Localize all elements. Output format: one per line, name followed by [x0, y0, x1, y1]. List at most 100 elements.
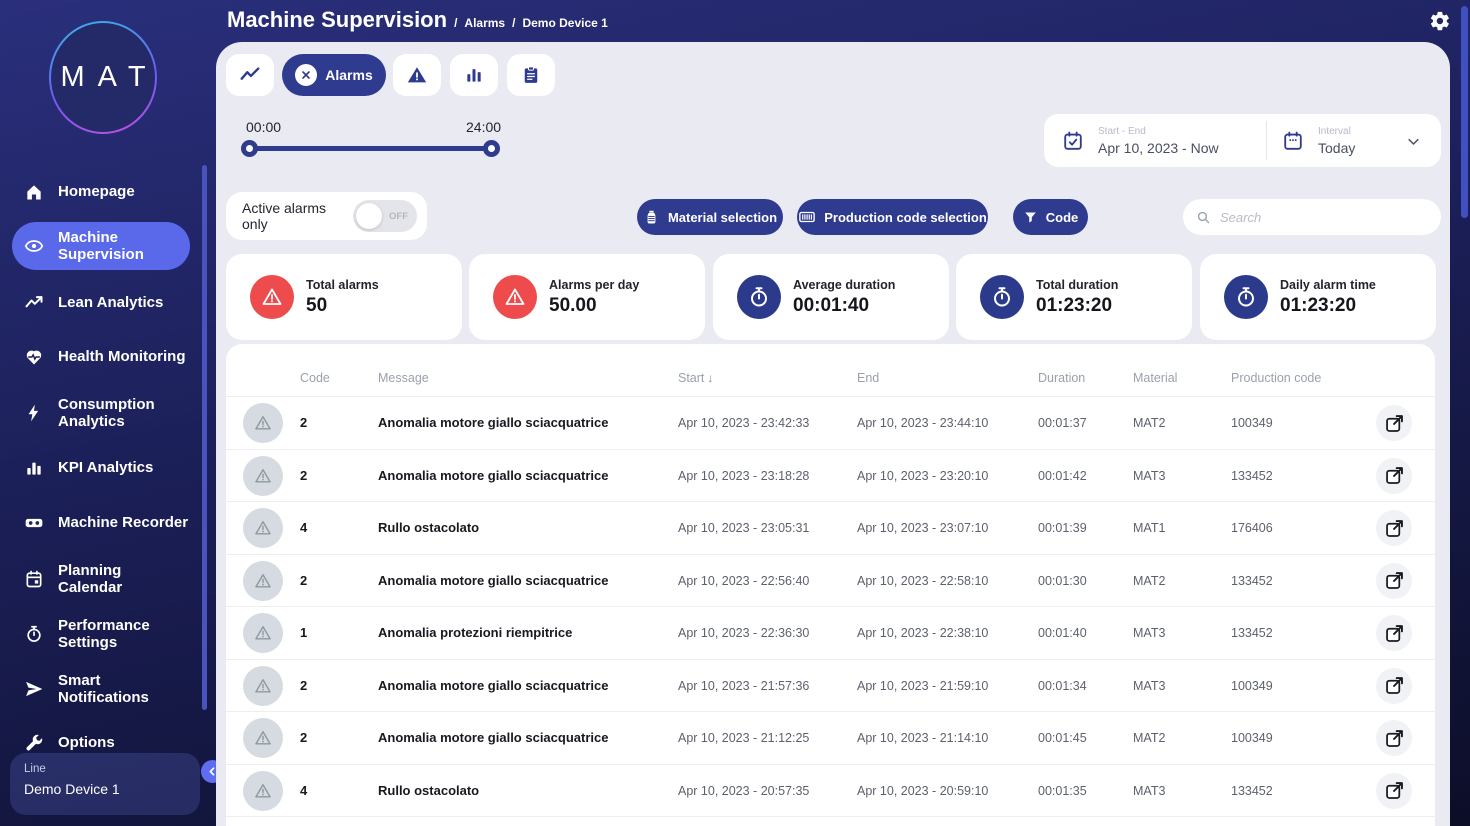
- search-input[interactable]: [1220, 209, 1429, 225]
- table-row: 2 Anomalia motore giallo sciacquatrice A…: [226, 660, 1435, 712]
- bar-chart-icon: [27, 462, 41, 475]
- cell-production-code: 100349: [1231, 416, 1273, 430]
- stat-card-average-duration: Average duration 00:01:40: [713, 254, 949, 340]
- cell-message: Rullo ostacolato: [378, 520, 480, 535]
- sidebar-item-consumption-analytics[interactable]: Consumption Analytics: [12, 390, 180, 437]
- open-details-button[interactable]: [1376, 457, 1412, 494]
- cell-duration: 00:01:34: [1038, 678, 1087, 693]
- sidebar-item-kpi-analytics[interactable]: KPI Analytics: [12, 452, 220, 484]
- open-details-button[interactable]: [1376, 615, 1412, 651]
- lightning-icon: [28, 404, 39, 422]
- chevron-down-icon[interactable]: [1406, 134, 1421, 149]
- sidebar-item-health-monitoring[interactable]: Health Monitoring: [12, 341, 230, 373]
- settings-gear-icon[interactable]: [1429, 10, 1451, 32]
- cell-duration: 00:01:30: [1038, 573, 1087, 588]
- stopwatch-icon: [1224, 275, 1268, 319]
- cell-message: Anomalia motore giallo sciacquatrice: [378, 572, 609, 588]
- column-header-start[interactable]: Start ↓: [678, 371, 713, 385]
- code-filter-button[interactable]: Code: [1013, 199, 1088, 235]
- table-body: 2 Anomalia motore giallo sciacquatrice A…: [226, 397, 1435, 817]
- column-header-message[interactable]: Message: [378, 371, 429, 385]
- sidebar-item-machine-supervision[interactable]: Machine Supervision: [12, 222, 190, 270]
- cell-message: Anomalia protezioni riempitrice: [378, 625, 573, 640]
- column-header-production-code[interactable]: Production code: [1231, 371, 1321, 385]
- device-selector[interactable]: Line Demo Device 1: [10, 753, 200, 815]
- sidebar-item-smart-notifications[interactable]: Smart Notifications: [12, 666, 180, 713]
- interval-field[interactable]: Interval Today: [1282, 114, 1355, 167]
- machine-supervision-app: Machine Supervision / Alarms / Demo Devi…: [0, 0, 1470, 826]
- trend-line-icon: [25, 296, 43, 308]
- open-in-new-icon: [1385, 572, 1403, 589]
- sidebar-item-lean-analytics[interactable]: Lean Analytics: [12, 287, 220, 319]
- cell-end: Apr 10, 2023 - 23:20:10: [857, 468, 989, 483]
- breadcrumb-device[interactable]: Demo Device 1: [522, 16, 607, 30]
- date-range-field[interactable]: Start - End Apr 10, 2023 - Now: [1062, 114, 1219, 167]
- cell-start: Apr 10, 2023 - 20:57:35: [678, 783, 810, 798]
- tab-alarms[interactable]: Alarms: [282, 54, 386, 96]
- slider-end-label: 24:00: [466, 119, 502, 135]
- column-header-code[interactable]: Code: [300, 371, 330, 385]
- time-slider-handle-start[interactable]: [241, 140, 258, 157]
- cell-code: 2: [300, 467, 308, 483]
- page-title: Machine Supervision: [227, 7, 448, 32]
- clipboard-icon: [524, 66, 538, 83]
- sidebar-item-homepage[interactable]: Homepage: [12, 176, 220, 208]
- cell-production-code: 133452: [1231, 626, 1273, 640]
- time-slider-handle-end[interactable]: [483, 140, 500, 157]
- sidebar-scrollbar[interactable]: [202, 165, 207, 710]
- tab-line-chart[interactable]: [226, 54, 274, 96]
- active-alarms-toggle[interactable]: OFF: [353, 200, 417, 232]
- cell-message: Anomalia motore giallo sciacquatrice: [378, 730, 609, 745]
- active-alarms-toggle-card: Active alarms only OFF: [226, 192, 427, 240]
- cell-start: Apr 10, 2023 - 23:05:31: [678, 521, 810, 535]
- open-details-button[interactable]: [1376, 720, 1412, 756]
- tab-statistics[interactable]: [450, 54, 498, 96]
- cell-end: Apr 10, 2023 - 22:58:10: [857, 573, 989, 588]
- tab-report[interactable]: [507, 54, 555, 96]
- calendar-icon: [1284, 131, 1302, 150]
- open-details-button[interactable]: [1376, 562, 1412, 599]
- cell-duration: 00:01:39: [1038, 521, 1087, 535]
- table-row: 4 Rullo ostacolato Apr 10, 2023 - 20:57:…: [226, 765, 1435, 817]
- cell-material: MAT2: [1133, 573, 1166, 588]
- production-code-selection-label: Production code selection: [824, 209, 987, 225]
- cell-material: MAT2: [1133, 731, 1166, 745]
- cell-start: Apr 10, 2023 - 22:36:30: [678, 626, 810, 640]
- filter-funnel-icon: [1024, 212, 1036, 222]
- time-slider-track[interactable]: [248, 146, 492, 151]
- column-header-material[interactable]: Material: [1133, 371, 1177, 385]
- table-row: 2 Anomalia motore giallo sciacquatrice A…: [226, 450, 1435, 502]
- sidebar-item-performance-settings[interactable]: Performance Settings: [12, 611, 180, 658]
- interval-label: Interval: [1318, 125, 1351, 137]
- device-name: Demo Device 1: [24, 781, 120, 797]
- stat-card-alarms-per-day: Alarms per day 50.00: [469, 254, 705, 340]
- cell-start: Apr 10, 2023 - 22:56:40: [678, 573, 810, 588]
- open-details-button[interactable]: [1376, 405, 1412, 441]
- open-in-new-icon: [1385, 414, 1403, 432]
- breadcrumb-alarms[interactable]: Alarms: [464, 16, 505, 30]
- sidebar-item-machine-recorder[interactable]: Machine Recorder: [12, 507, 230, 539]
- search-icon: [1197, 211, 1210, 223]
- cell-code: 2: [300, 677, 308, 693]
- open-details-button[interactable]: [1376, 510, 1412, 546]
- cell-code: 2: [300, 572, 308, 588]
- open-details-button[interactable]: [1376, 667, 1412, 704]
- tab-warnings[interactable]: [393, 54, 441, 96]
- cell-code: 2: [300, 730, 308, 745]
- column-header-duration[interactable]: Duration: [1038, 371, 1085, 385]
- column-header-end[interactable]: End: [857, 371, 879, 385]
- production-code-selection-button[interactable]: Production code selection: [797, 199, 988, 235]
- sidebar-item-planning-calendar[interactable]: Planning Calendar: [12, 556, 160, 603]
- table-row: 4 Rullo ostacolato Apr 10, 2023 - 23:05:…: [226, 502, 1435, 555]
- recorder-icon: [25, 518, 43, 528]
- material-selection-button[interactable]: Material selection: [637, 199, 783, 235]
- cell-material: MAT3: [1133, 783, 1166, 798]
- cell-end: Apr 10, 2023 - 21:59:10: [857, 678, 989, 693]
- open-in-new-icon: [1385, 677, 1403, 694]
- page-scrollbar[interactable]: [1461, 6, 1468, 218]
- open-details-button[interactable]: [1376, 772, 1412, 809]
- bar-chart-icon: [467, 69, 481, 82]
- stopwatch-icon: [27, 626, 41, 643]
- toggle-knob: [356, 203, 382, 229]
- cell-code: 1: [300, 625, 308, 640]
